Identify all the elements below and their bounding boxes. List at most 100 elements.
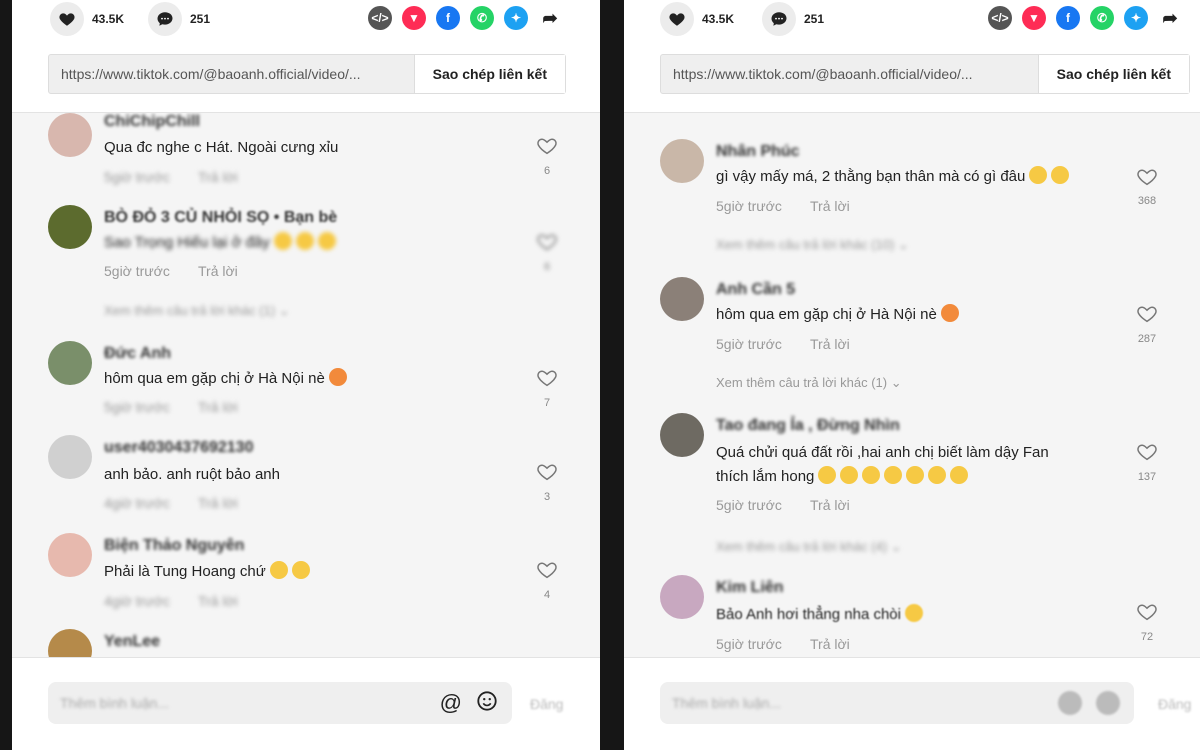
embed-icon[interactable]: </> xyxy=(368,6,392,30)
facebook-icon[interactable]: f xyxy=(1056,6,1080,30)
embed-icon[interactable]: </> xyxy=(988,6,1012,30)
comment-composer: Thêm bình luận... @ Đăng xyxy=(12,657,600,750)
share-arrow-icon[interactable]: ➦ xyxy=(538,6,562,30)
view-more-replies[interactable]: Xem thêm câu trả lời khác (4) ⌄ xyxy=(716,539,902,555)
comment-text: Quá chửi quá đất rồi ,hai anh chị biết l… xyxy=(716,444,1049,461)
comment-icon[interactable] xyxy=(762,2,796,36)
comment-author[interactable]: Anh Cần 5 xyxy=(716,281,795,299)
comment-time: 5giờ trước xyxy=(716,336,782,352)
avatar[interactable] xyxy=(48,341,92,385)
comment-like-count: 6 xyxy=(543,261,551,273)
avatar[interactable] xyxy=(660,575,704,619)
comment-input[interactable]: Thêm bình luận... @ xyxy=(48,682,512,724)
comments-panel-right: 43.5K 251 </> ▼ f ✆ ✦ ➦ https://www.tikt… xyxy=(624,0,1200,750)
like-heart-icon[interactable] xyxy=(536,461,558,483)
like-heart-icon[interactable] xyxy=(536,367,558,389)
copy-link-button[interactable]: Sao chép liên kết xyxy=(1037,55,1189,93)
view-more-replies[interactable]: Xem thêm câu trả lời khác (1) ⌄ xyxy=(716,375,902,391)
send-icon[interactable]: ▼ xyxy=(1022,6,1046,30)
comment-like-count: 7 xyxy=(543,397,551,409)
avatar[interactable] xyxy=(48,435,92,479)
video-link-box: https://www.tiktok.com/@baoanh.official/… xyxy=(48,54,566,94)
comment-author[interactable]: ChiChipChill xyxy=(104,113,200,131)
reply-button[interactable]: Trả lời xyxy=(198,263,238,279)
avatar[interactable] xyxy=(660,277,704,321)
comment-stat[interactable]: 251 xyxy=(148,2,210,36)
comment-author[interactable]: Kim Liên xyxy=(716,579,784,597)
like-heart-icon[interactable] xyxy=(536,231,558,253)
like-heart-icon[interactable] xyxy=(1136,601,1158,623)
comment-author[interactable]: Biện Thảo Nguyên xyxy=(104,537,244,555)
share-arrow-icon[interactable]: ➦ xyxy=(1158,6,1182,30)
avatar[interactable] xyxy=(48,113,92,157)
comment-composer: Thêm bình luận... Đăng xyxy=(624,657,1200,750)
like-stat[interactable]: 43.5K xyxy=(50,2,124,36)
comment-icon[interactable] xyxy=(148,2,182,36)
reply-button[interactable]: Trả lời xyxy=(810,636,850,652)
reply-button[interactable]: Trả lời xyxy=(810,198,850,214)
avatar[interactable] xyxy=(48,205,92,249)
send-icon[interactable]: ▼ xyxy=(402,6,426,30)
comment-like-count: 6 xyxy=(543,165,551,177)
comment-like-count: 368 xyxy=(1137,195,1157,207)
comment-time: 5giờ trước xyxy=(104,263,170,279)
reply-button[interactable]: Trả lời xyxy=(810,497,850,513)
copy-link-button[interactable]: Sao chép liên kết xyxy=(413,55,565,93)
at-icon[interactable]: @ xyxy=(440,690,462,716)
view-more-replies[interactable]: Xem thêm câu trả lời khác (10) ⌄ xyxy=(716,237,909,253)
comment-like-count: 4 xyxy=(543,589,551,601)
comment-list[interactable]: Nhân Phúc gì vậy mấy má, 2 thằng bạn thâ… xyxy=(624,113,1200,658)
video-url[interactable]: https://www.tiktok.com/@baoanh.official/… xyxy=(49,66,414,82)
comment-count: 251 xyxy=(804,12,825,26)
like-heart-icon[interactable] xyxy=(1136,441,1158,463)
avatar[interactable] xyxy=(660,139,704,183)
comment-text: hôm qua em gặp chị ở Hà Nội nè xyxy=(716,303,959,327)
at-icon[interactable] xyxy=(1058,691,1082,715)
whatsapp-icon[interactable]: ✆ xyxy=(1090,6,1114,30)
comment-author[interactable]: Nhân Phúc xyxy=(716,143,800,161)
comment-text: Bảo Anh hơi thẳng nha chòi xyxy=(716,603,923,627)
like-count: 43.5K xyxy=(92,12,125,26)
video-url[interactable]: https://www.tiktok.com/@baoanh.official/… xyxy=(661,66,1038,82)
twitter-icon[interactable]: ✦ xyxy=(1124,6,1148,30)
like-stat[interactable]: 43.5K xyxy=(660,2,734,36)
twitter-icon[interactable]: ✦ xyxy=(504,6,528,30)
comment-text: Sao Trọng Hiếu lại ở đây xyxy=(104,231,336,255)
emoji-icon[interactable] xyxy=(1096,691,1120,715)
emoji-icon[interactable] xyxy=(476,690,498,717)
comment-author[interactable]: BÒ ĐỎ 3 CỦ NHỎI SỌ • Bạn bè xyxy=(104,209,337,227)
comment-input-placeholder[interactable]: Thêm bình luận... xyxy=(660,695,1058,711)
post-button[interactable]: Đăng xyxy=(530,696,563,712)
like-heart-icon[interactable] xyxy=(536,135,558,157)
comment-text: hôm qua em gặp chị ở Hà Nội nè xyxy=(104,367,347,391)
avatar[interactable] xyxy=(48,629,92,658)
comment-time: 5giờ trước xyxy=(104,399,170,415)
comments-panel-left: 43.5K 251 </> ▼ f ✆ ✦ ➦ https://www.tikt… xyxy=(12,0,600,750)
comment-text: Phải là Tung Hoang chứ xyxy=(104,560,310,584)
comment-author[interactable]: Đức Anh xyxy=(104,345,171,363)
view-more-replies[interactable]: Xem thêm câu trả lời khác (1) ⌄ xyxy=(104,303,290,319)
comment-list[interactable]: ChiChipChill Qua đc nghe c Hát. Ngoài cư… xyxy=(12,113,600,658)
whatsapp-icon[interactable]: ✆ xyxy=(470,6,494,30)
comment-input-placeholder[interactable]: Thêm bình luận... xyxy=(48,695,440,711)
heart-icon[interactable] xyxy=(50,2,84,36)
like-heart-icon[interactable] xyxy=(1136,303,1158,325)
heart-icon[interactable] xyxy=(660,2,694,36)
reply-button[interactable]: Trả lời xyxy=(198,593,238,609)
comment-input[interactable]: Thêm bình luận... xyxy=(660,682,1134,724)
reply-button[interactable]: Trả lời xyxy=(198,169,238,185)
facebook-icon[interactable]: f xyxy=(436,6,460,30)
reply-button[interactable]: Trả lời xyxy=(198,495,238,511)
comment-time: 4giờ trước xyxy=(104,593,170,609)
comment-author[interactable]: user4030437692130 xyxy=(104,439,253,457)
avatar[interactable] xyxy=(48,533,92,577)
like-heart-icon[interactable] xyxy=(1136,166,1158,188)
reply-button[interactable]: Trả lời xyxy=(198,399,238,415)
reply-button[interactable]: Trả lời xyxy=(810,336,850,352)
like-heart-icon[interactable] xyxy=(536,559,558,581)
avatar[interactable] xyxy=(660,413,704,457)
comment-author[interactable]: Tao đang Ỉa , Đừng Nhìn xyxy=(716,417,900,435)
comment-stat[interactable]: 251 xyxy=(762,2,824,36)
post-button[interactable]: Đăng xyxy=(1158,696,1191,712)
comment-author[interactable]: YenLee xyxy=(104,633,160,651)
